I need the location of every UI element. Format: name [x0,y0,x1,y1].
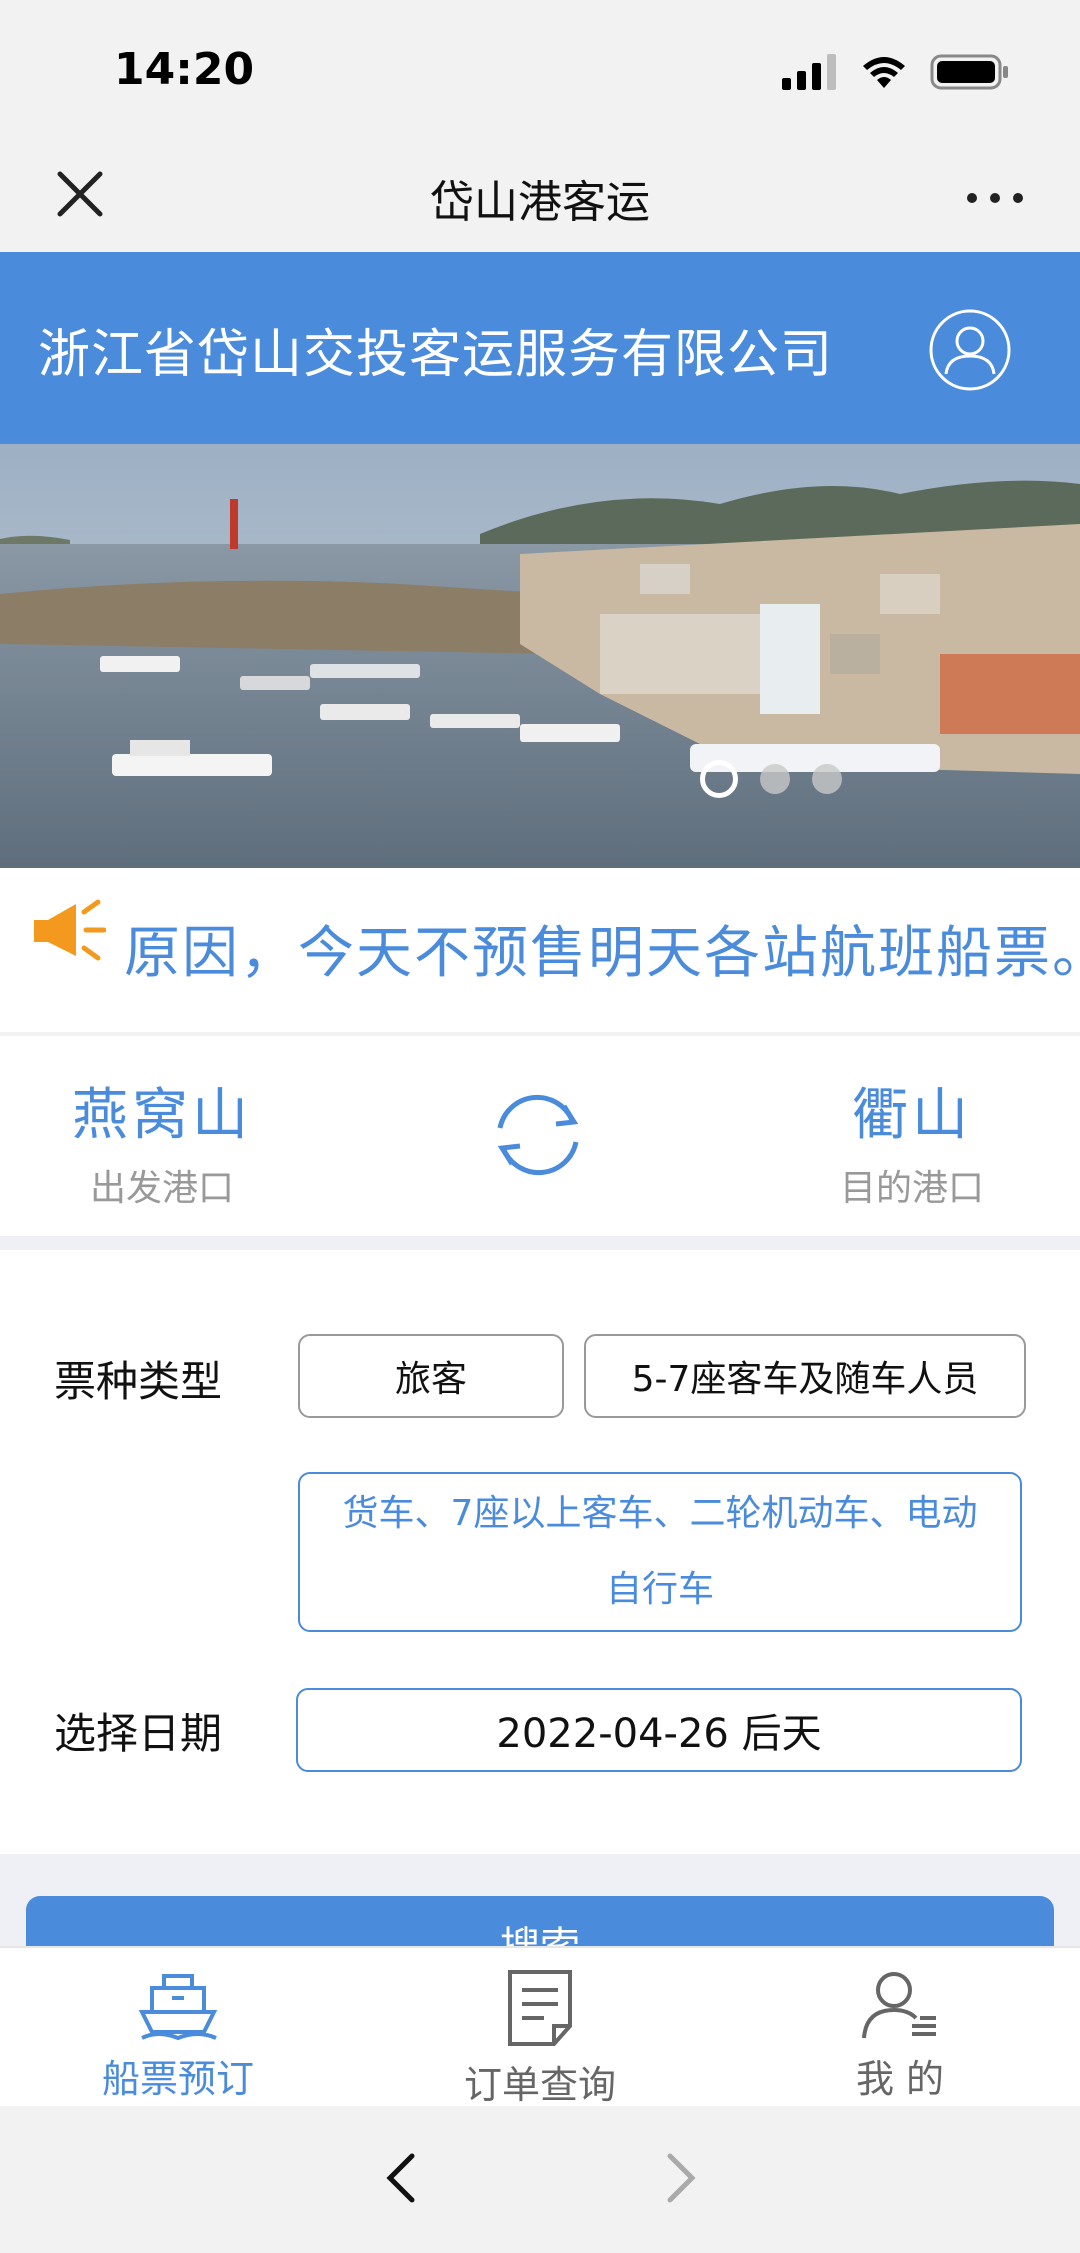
status-icons [782,52,1010,92]
carousel-dot[interactable] [760,764,790,794]
company-header: 浙江省岱山交投客运服务有限公司 [0,252,1080,444]
tab-bar: 船票预订 订单查询 我 的 [0,1946,1080,2109]
booking-form: 票种类型 旅客 5-7座客车及随车人员 货车、7座以上客车、二轮机动车、电动自行… [0,1250,1080,1854]
more-icon[interactable] [960,166,1030,222]
battery-icon [930,54,1008,90]
carousel-dot[interactable] [700,760,738,798]
notice-text: 原因，今天不预售明天各站航班船票。 [124,921,1080,986]
departure-port[interactable]: 燕窝山 出发港口 [32,1070,292,1211]
app-page: 14:20 岱山港客运 浙江省岱山交投客运服务有限公司 原因，今天不预售明天各站… [0,0,1080,2253]
back-arrow-icon[interactable] [376,2148,426,2208]
ticket-option-truck[interactable]: 货车、7座以上客车、二轮机动车、电动自行车 [298,1472,1022,1632]
destination-port[interactable]: 衢山 目的港口 [782,1070,1042,1211]
destination-port-label: 目的港口 [839,1168,984,1209]
nav-bar: 岱山港客运 [0,140,1080,252]
ship-icon [138,1974,218,2041]
forward-arrow-icon[interactable] [656,2148,706,2208]
departure-port-label: 出发港口 [89,1168,234,1209]
harbor-photo [0,444,1080,868]
carousel-dot[interactable] [812,764,842,794]
user-icon [862,1972,936,2039]
megaphone-icon [34,899,106,961]
browser-nav-bar [0,2106,1080,2253]
account-icon[interactable] [928,308,1012,392]
ticket-option-truck-label: 货车、7座以上客车、二轮机动车、电动自行车 [342,1493,978,1610]
tab-ticket-booking-label: 船票预订 [101,2057,254,2101]
signal-icon [782,54,836,90]
swap-icon[interactable] [488,1084,588,1184]
wifi-icon [863,57,905,88]
destination-port-name: 衢山 [852,1083,972,1148]
tab-mine[interactable]: 我 的 [780,1968,1020,2103]
date-label: 选择日期 [54,1709,223,1758]
tab-mine-label: 我 的 [855,2057,945,2101]
page-title: 岱山港客运 [430,177,650,228]
departure-port-name: 燕窝山 [72,1083,252,1148]
ticket-option-passenger[interactable]: 旅客 [298,1334,564,1418]
route-selector: 燕窝山 出发港口 衢山 目的港口 [0,1036,1080,1236]
ticket-option-car[interactable]: 5-7座客车及随车人员 [584,1334,1026,1418]
carousel-dots [700,760,842,798]
section-divider [0,1236,1080,1250]
status-bar: 14:20 [0,0,1080,140]
notice-bar: 原因，今天不预售明天各站航班船票。 [0,868,1080,1032]
date-picker[interactable]: 2022-04-26 后天 [296,1688,1022,1772]
status-time: 14:20 [114,44,255,95]
document-icon [508,1970,572,2046]
tab-ticket-booking[interactable]: 船票预订 [58,1968,298,2103]
banner-carousel[interactable] [0,444,1080,868]
company-name: 浙江省岱山交投客运服务有限公司 [38,325,834,385]
tab-order-query[interactable]: 订单查询 [420,1968,660,2109]
tab-order-query-label: 订单查询 [463,2063,616,2107]
ticket-type-label: 票种类型 [54,1357,223,1406]
